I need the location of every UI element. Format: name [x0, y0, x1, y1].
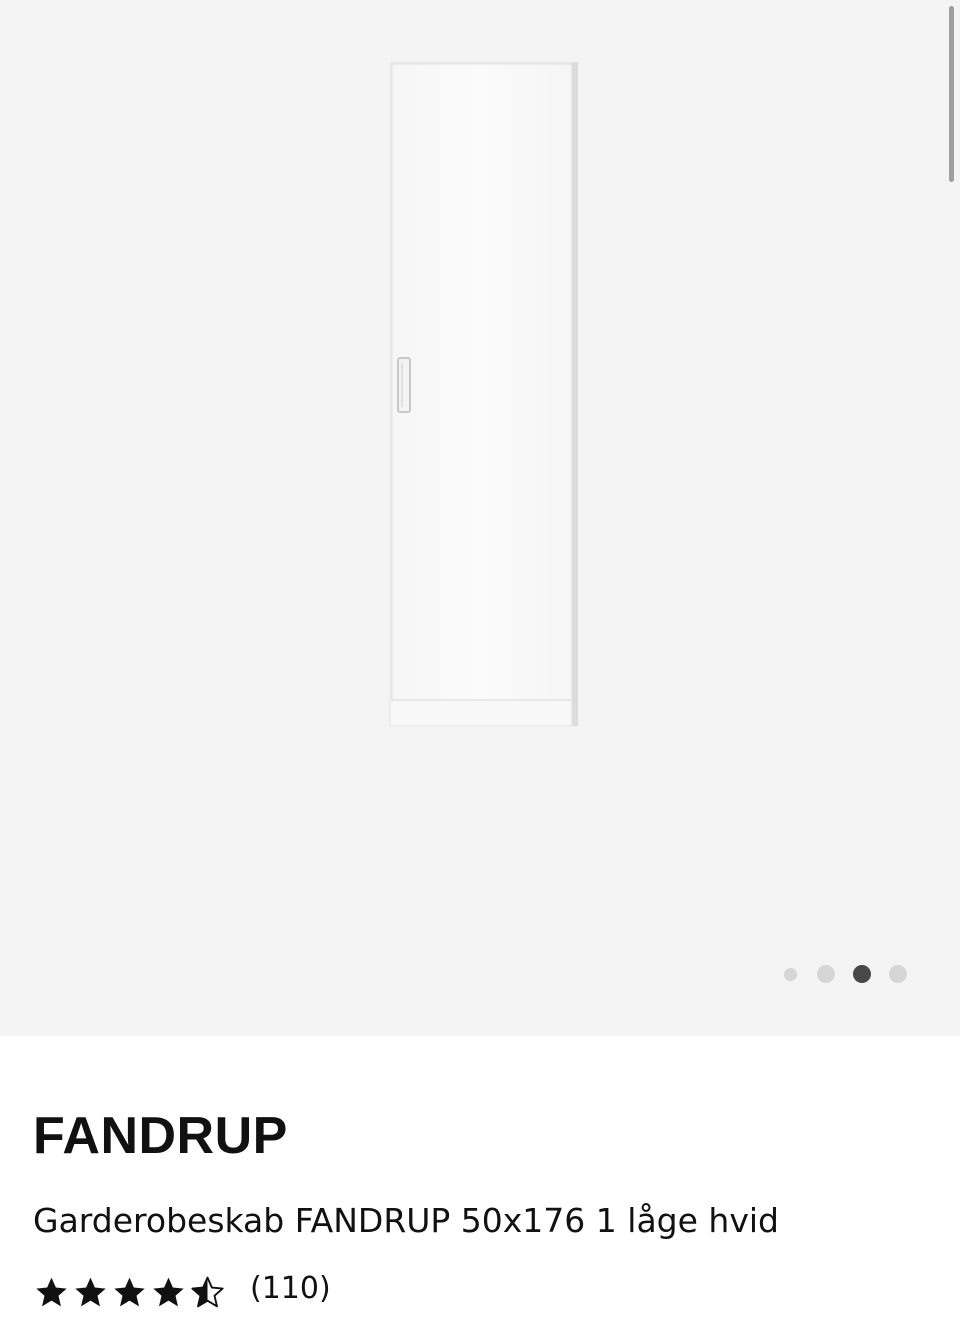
star-half-icon — [191, 1276, 224, 1307]
rating-stars — [33, 1275, 228, 1310]
carousel-dot[interactable] — [817, 965, 835, 983]
product-info: FANDRUP Garderobeskab FANDRUP 50x176 1 l… — [0, 1036, 960, 1343]
star-full-icon — [114, 1277, 145, 1306]
scrollbar[interactable] — [949, 6, 954, 182]
product-image-gallery[interactable] — [0, 0, 960, 1036]
rating-count[interactable]: (110) — [250, 1271, 331, 1306]
product-rating[interactable]: (110) — [33, 1271, 331, 1312]
product-description: Garderobeskab FANDRUP 50x176 1 låge hvid — [33, 1201, 779, 1240]
star-full-icon — [75, 1277, 106, 1306]
star-full-icon — [36, 1277, 67, 1306]
carousel-dot-active[interactable] — [853, 965, 871, 983]
product-brand: FANDRUP — [33, 1107, 288, 1165]
wardrobe-product-image — [389, 62, 578, 727]
carousel-dot[interactable] — [889, 965, 907, 983]
carousel-dot[interactable] — [784, 967, 797, 981]
star-full-icon — [153, 1277, 184, 1306]
carousel-indicator — [784, 963, 907, 985]
